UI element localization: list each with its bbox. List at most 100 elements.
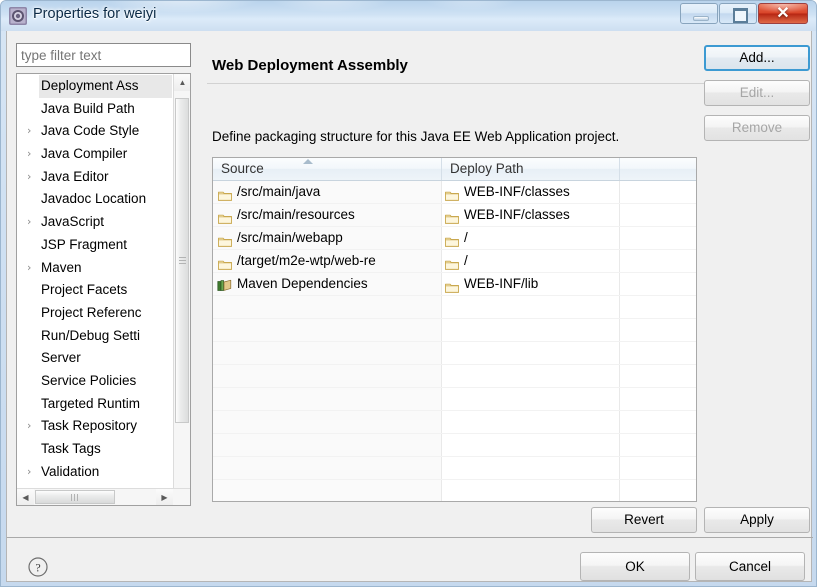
footer-separator (7, 537, 813, 538)
sidebar-item-java-editor[interactable]: › Java Editor (17, 166, 173, 189)
tree-horizontal-scrollbar[interactable]: ◀ ▶ (17, 488, 190, 505)
chevron-right-icon[interactable]: › (27, 143, 31, 166)
add-button[interactable]: Add... (704, 45, 810, 71)
cell-source (213, 480, 442, 501)
table-row-empty[interactable] (213, 457, 696, 480)
sidebar-item-label: Service Policies (41, 372, 137, 388)
chevron-right-icon[interactable]: › (27, 120, 31, 143)
table-row-empty[interactable] (213, 480, 696, 501)
close-button[interactable]: ✕ (758, 3, 808, 24)
chevron-right-icon[interactable]: › (27, 257, 31, 280)
cell-deploy-path: / (442, 227, 620, 249)
sidebar-item-java-compiler[interactable]: › Java Compiler (17, 143, 173, 166)
cell-deploy-path: WEB-INF/classes (442, 204, 620, 226)
chevron-right-icon[interactable]: › (27, 461, 31, 484)
cell-source (213, 365, 442, 387)
table-row-empty[interactable] (213, 434, 696, 457)
cell-extra (620, 204, 696, 226)
sidebar-item-project-facets[interactable]: Project Facets (17, 279, 173, 302)
settings-tree-items: Deployment Ass Java Build Path › Java Code … (17, 75, 173, 483)
sidebar-item-label: Java Build Path (41, 100, 135, 116)
ok-button[interactable]: OK (580, 552, 690, 581)
edit-button[interactable]: Edit... (704, 80, 810, 106)
sidebar-item-task-tags[interactable]: Task Tags (17, 438, 173, 461)
minimize-button[interactable] (680, 3, 718, 24)
cell-source (213, 457, 442, 479)
sidebar-item-java-code-style[interactable]: › Java Code Style (17, 120, 173, 143)
scroll-left-icon[interactable]: ◀ (17, 489, 34, 505)
cell-extra (620, 457, 696, 479)
cell-source (213, 411, 442, 433)
table-row[interactable]: /target/m2e-wtp/web-re / (213, 250, 696, 273)
sidebar-item-label: Task Tags (41, 441, 101, 456)
cell-source (213, 434, 442, 456)
sidebar-item-jsp-fragment[interactable]: JSP Fragment (17, 234, 173, 257)
sidebar-item-targeted-runtim[interactable]: Targeted Runtim (17, 393, 173, 416)
eclipse-properties-icon (9, 7, 27, 25)
cell-deploy-path (442, 319, 620, 341)
sidebar-item-label: Java Code Style (41, 123, 140, 139)
sidebar-item-service-policies[interactable]: Service Policies (17, 370, 173, 393)
sidebar-item-task-repository[interactable]: › Task Repository (17, 415, 173, 438)
scroll-right-icon[interactable]: ▶ (156, 489, 173, 505)
cell-deploy-path (442, 434, 620, 456)
chevron-right-icon[interactable]: › (27, 211, 31, 234)
sidebar-item-project-referenc[interactable]: Project Referenc (17, 302, 173, 325)
column-header-deploy-path[interactable]: Deploy Path (442, 158, 620, 180)
sidebar-item-javascript[interactable]: › JavaScript (17, 211, 173, 234)
sort-ascending-icon (303, 159, 313, 164)
deployment-assembly-table[interactable]: Source Deploy Path /src/main/java WEB-INF… (212, 157, 697, 502)
chevron-right-icon[interactable]: › (27, 415, 31, 438)
sidebar-item-run-debug-setti[interactable]: Run/Debug Setti (17, 325, 173, 348)
sidebar-item-label: Deployment Ass (41, 78, 139, 93)
filter-input[interactable] (16, 43, 191, 67)
remove-button[interactable]: Remove (704, 115, 810, 141)
tree-scrollbar-thumb[interactable] (175, 98, 189, 423)
help-icon[interactable]: ? (27, 556, 49, 578)
tree-hscrollbar-thumb[interactable] (35, 490, 115, 504)
cell-source: /src/main/webapp (213, 227, 442, 249)
cancel-button[interactable]: Cancel (695, 552, 805, 581)
folder-icon (445, 232, 459, 247)
cell-source-label: /src/main/resources (237, 207, 355, 222)
tree-vertical-scrollbar[interactable]: ▲ ▼ (173, 74, 190, 505)
column-header-extra[interactable] (620, 158, 696, 180)
cell-extra (620, 480, 696, 501)
sidebar-item-validation[interactable]: › Validation (17, 461, 173, 484)
sidebar-item-javadoc-location[interactable]: Javadoc Location (17, 188, 173, 211)
sidebar-item-java-build-path[interactable]: Java Build Path (17, 98, 173, 121)
table-row-empty[interactable] (213, 319, 696, 342)
table-row[interactable]: /src/main/webapp / (213, 227, 696, 250)
cell-deploy-path (442, 480, 620, 501)
sidebar-item-deployment-ass[interactable]: Deployment Ass (39, 75, 172, 98)
cell-deploy-path (442, 342, 620, 364)
table-row[interactable]: /src/main/resources WEB-INF/classes (213, 204, 696, 227)
cell-deploy-path (442, 388, 620, 410)
cell-extra (620, 411, 696, 433)
svg-text:?: ? (35, 561, 40, 575)
table-row-empty[interactable] (213, 388, 696, 411)
sidebar-item-server[interactable]: Server (17, 347, 173, 370)
cell-extra (620, 388, 696, 410)
column-header-source[interactable]: Source (213, 158, 442, 180)
cell-source: /src/main/java (213, 181, 442, 203)
table-row-empty[interactable] (213, 365, 696, 388)
folder-icon (218, 232, 232, 247)
chevron-right-icon[interactable]: › (27, 166, 31, 189)
table-row-empty[interactable] (213, 411, 696, 434)
table-row[interactable]: /src/main/java WEB-INF/classes (213, 181, 696, 204)
sidebar-item-maven[interactable]: › Maven (17, 257, 173, 280)
cell-source: /src/main/resources (213, 204, 442, 226)
scrollbar-grip-icon (71, 494, 79, 501)
cell-deploy-path (442, 296, 620, 318)
table-row[interactable]: Maven Dependencies WEB-INF/lib (213, 273, 696, 296)
table-row-empty[interactable] (213, 296, 696, 319)
apply-button[interactable]: Apply (704, 507, 810, 533)
table-row-empty[interactable] (213, 342, 696, 365)
title-bar: Properties for weiyi ✕ (1, 1, 816, 31)
revert-button[interactable]: Revert (591, 507, 697, 533)
scroll-up-icon[interactable]: ▲ (174, 74, 190, 91)
maximize-button[interactable] (719, 3, 757, 24)
cell-source: /target/m2e-wtp/web-re (213, 250, 442, 272)
sidebar-item-label: Server (41, 350, 81, 366)
